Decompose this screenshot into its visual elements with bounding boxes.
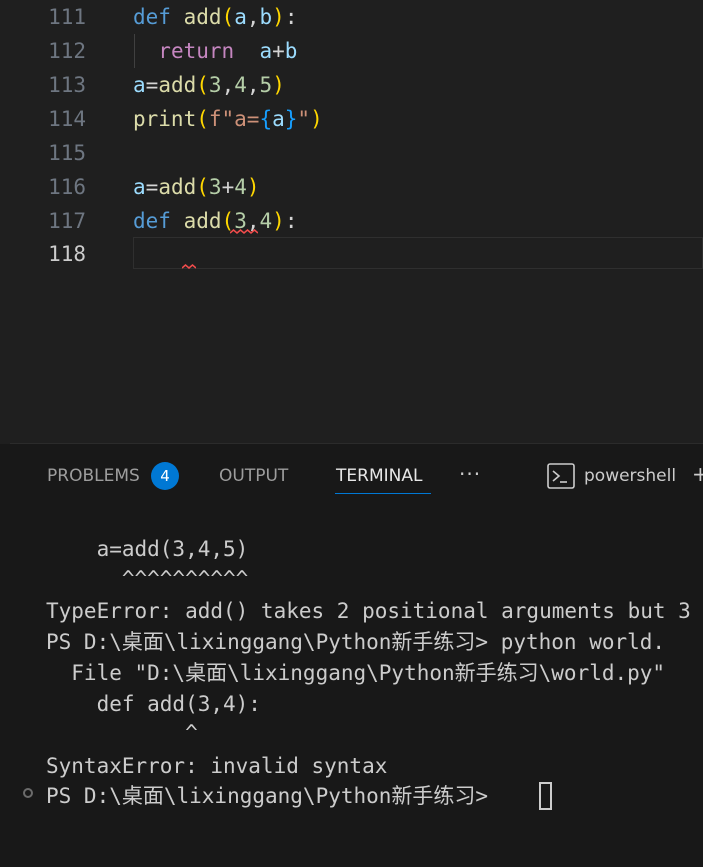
code-line[interactable]: 116 a=add(3+4): [0, 170, 703, 204]
line-number: 112: [48, 39, 86, 63]
code-token: ,: [246, 73, 260, 97]
code-token: }: [284, 107, 298, 131]
terminal-line: PS D:\桌面\lixinggang\Python新手练习> python w…: [46, 630, 666, 654]
code-line[interactable]: 111 def add(a,b):: [0, 0, 703, 34]
code-editor[interactable]: 111 def add(a,b): 112 return a+b 113 a=a…: [0, 0, 703, 443]
code-text[interactable]: return a+b: [133, 34, 297, 68]
code-text[interactable]: def add(3,4):: [133, 204, 297, 238]
code-token: 5: [259, 73, 273, 97]
code-token: =: [145, 73, 159, 97]
code-token: =: [145, 175, 159, 199]
terminal-line: ^^^^^^^^^^: [46, 567, 249, 591]
code-token: a: [133, 175, 146, 199]
code-token: a: [234, 5, 247, 29]
code-line[interactable]: 117 def add(3,4):: [0, 204, 703, 238]
line-number: 116: [48, 175, 86, 199]
tab-output[interactable]: OUTPUT: [219, 464, 288, 488]
line-number: 114: [48, 107, 86, 131]
code-token: ): [272, 73, 285, 97]
error-squiggle: [230, 229, 258, 234]
code-token: +: [221, 175, 235, 199]
code-token: a: [272, 107, 285, 131]
code-text[interactable]: a=add(3+4): [133, 170, 260, 204]
code-token: ": [297, 107, 311, 131]
line-number: 111: [48, 5, 86, 29]
terminal-line: a=add(3,4,5): [46, 537, 249, 561]
terminal-cursor: [539, 782, 552, 810]
code-token: ): [246, 175, 260, 199]
code-token: def: [133, 209, 171, 233]
code-token: a: [133, 73, 146, 97]
code-text[interactable]: a=add(3,4,5): [133, 68, 285, 102]
code-token: return: [158, 39, 235, 63]
code-line[interactable]: 113 a=add(3,4,5): [0, 68, 703, 102]
code-token: ): [272, 209, 285, 233]
line-number: 113: [48, 73, 86, 97]
terminal-prompt[interactable]: PS D:\桌面\lixinggang\Python新手练习>: [46, 781, 501, 811]
code-token: 4: [234, 73, 247, 97]
code-line[interactable]: 114 print(f"a={a}"): [0, 102, 703, 136]
code-text[interactable]: def add(a,b):: [133, 0, 297, 34]
code-token: (: [196, 175, 209, 199]
code-token: +: [272, 39, 285, 63]
code-line[interactable]: 115: [0, 136, 703, 170]
new-terminal-icon[interactable]: +: [692, 462, 703, 486]
line-number: 117: [48, 209, 86, 233]
terminal-shell-label[interactable]: powershell: [584, 464, 676, 488]
indent-guide: [134, 34, 135, 68]
tab-problems[interactable]: PROBLEMS: [47, 464, 140, 488]
code-token: :: [284, 209, 298, 233]
code-token: ): [272, 5, 285, 29]
code-line[interactable]: 118: [0, 237, 703, 271]
code-token: a: [259, 39, 273, 63]
code-token: 3: [208, 175, 222, 199]
terminal-line: def add(3,4):: [46, 692, 261, 716]
code-token: ): [310, 107, 323, 131]
error-squiggle: [182, 264, 196, 269]
code-token: :: [284, 5, 298, 29]
terminal-line: TypeError: add() takes 2 positional argu…: [46, 599, 691, 623]
code-text[interactable]: print(f"a={a}"): [133, 102, 323, 136]
code-token: (: [221, 5, 235, 29]
active-tab-indicator: [335, 493, 431, 494]
terminal-icon[interactable]: [547, 463, 575, 493]
code-token: ,: [246, 5, 260, 29]
command-decoration-icon[interactable]: [23, 788, 33, 798]
line-number: 118: [48, 242, 86, 266]
code-token: (: [196, 73, 209, 97]
code-line[interactable]: 112 return a+b: [0, 34, 703, 68]
code-token: add: [183, 209, 222, 233]
code-token: b: [259, 5, 273, 29]
code-token: def: [133, 5, 171, 29]
terminal-line: File "D:\桌面\lixinggang\Python新手练习\world.…: [46, 661, 666, 685]
code-token: add: [158, 73, 197, 97]
tab-terminal[interactable]: TERMINAL: [336, 464, 422, 488]
code-token: b: [284, 39, 298, 63]
code-token: print: [133, 107, 197, 131]
terminal-line: ^: [46, 721, 198, 745]
line-number: 115: [48, 141, 86, 165]
code-token: f"a=: [208, 107, 260, 131]
code-token: add: [183, 5, 222, 29]
more-actions-icon[interactable]: ···: [459, 462, 481, 486]
code-token: 3: [208, 73, 222, 97]
code-token: (: [196, 107, 209, 131]
code-token: add: [158, 175, 197, 199]
problems-count-badge: 4: [151, 462, 179, 490]
terminal-line: SyntaxError: invalid syntax: [46, 754, 388, 778]
code-token: ,: [221, 73, 235, 97]
code-token: 4: [259, 209, 273, 233]
code-token: 4: [234, 175, 247, 199]
code-token: {: [259, 107, 273, 131]
